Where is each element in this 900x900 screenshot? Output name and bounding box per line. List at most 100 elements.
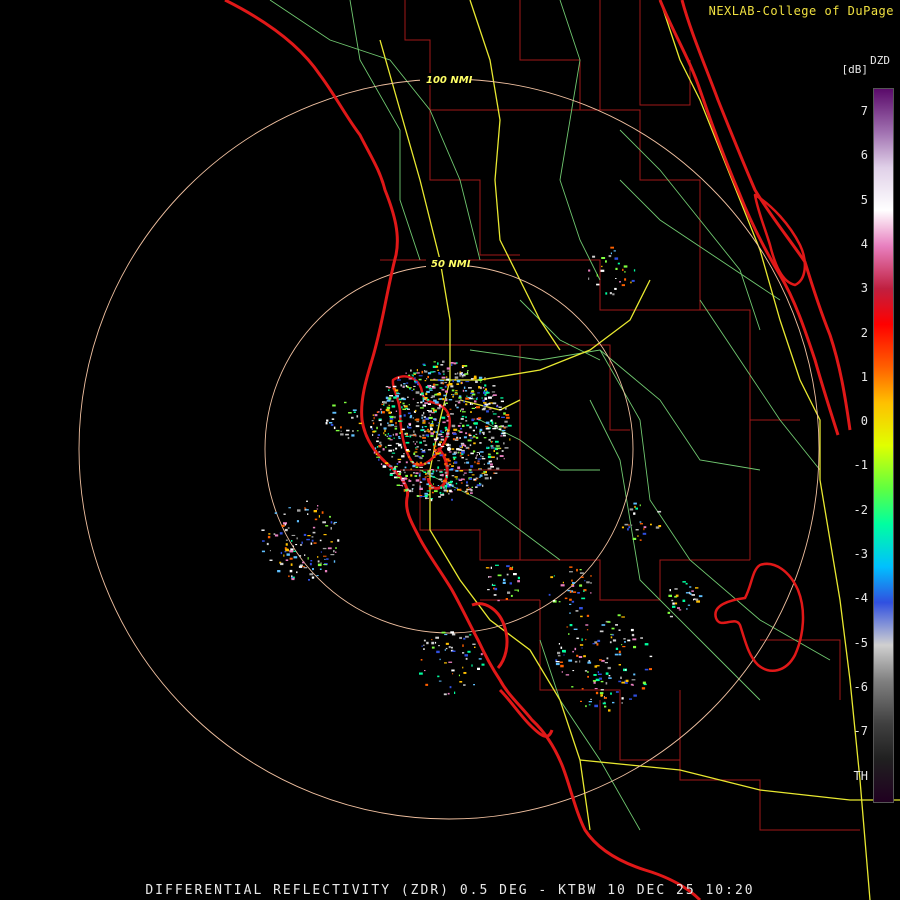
echo-pixel	[323, 534, 327, 536]
echo-pixel	[490, 419, 493, 422]
echo-pixel	[507, 424, 512, 427]
echo-pixel	[687, 604, 691, 606]
echo-pixel	[481, 431, 485, 434]
echo-pixel	[649, 668, 652, 671]
echo-pixel	[441, 416, 446, 419]
echo-pixel	[598, 677, 602, 680]
echo-pixel	[640, 637, 643, 639]
echo-pixel	[467, 454, 470, 456]
echo-pixel	[377, 437, 379, 439]
echo-pixel	[470, 392, 474, 394]
echo-pixel	[303, 533, 307, 536]
echo-pixel	[454, 461, 458, 464]
echo-pixel	[442, 421, 446, 424]
echo-pixel	[326, 419, 329, 422]
echo-pixel	[321, 511, 324, 514]
echo-pixel	[500, 435, 503, 437]
echo-pixel	[641, 687, 646, 690]
echo-pixel	[557, 651, 561, 655]
echo-pixel	[498, 425, 502, 428]
echo-pixel	[436, 424, 438, 427]
echo-pixel	[427, 403, 431, 405]
echo-pixel	[406, 382, 409, 384]
echo-pixel	[395, 442, 400, 445]
echo-pixel	[402, 385, 405, 388]
echo-pixel	[471, 407, 476, 409]
echo-pixel	[426, 483, 429, 486]
echo-pixel	[449, 489, 452, 493]
echo-pixel	[426, 428, 430, 431]
echo-pixel	[412, 484, 415, 486]
echo-pixel	[330, 521, 333, 524]
echo-pixel	[474, 422, 478, 425]
echo-pixel	[604, 697, 607, 699]
echo-pixel	[451, 424, 456, 428]
echo-pixel	[463, 637, 466, 640]
echo-pixel	[324, 558, 326, 560]
echo-pixel	[387, 437, 391, 440]
echo-pixel	[291, 534, 296, 536]
echo-pixel	[590, 582, 592, 584]
echo-pixel	[649, 655, 653, 658]
echo-pixel	[691, 590, 694, 592]
echo-pixel	[333, 426, 336, 430]
echo-pixel	[453, 362, 457, 365]
echo-pixel	[624, 278, 627, 281]
echo-pixel	[631, 679, 636, 681]
echo-pixel	[459, 470, 464, 472]
echo-pixel	[438, 373, 442, 375]
echo-pixel	[470, 492, 473, 494]
echo-pixel	[461, 457, 464, 459]
echo-pixel	[296, 537, 298, 540]
echo-pixel	[443, 489, 448, 492]
echo-pixel	[483, 463, 485, 465]
echo-pixel	[580, 576, 584, 578]
echo-pixel	[424, 402, 429, 404]
echo-pixel	[387, 444, 392, 446]
echo-pixel	[418, 474, 421, 477]
echo-pixel	[503, 442, 505, 445]
echo-pixel	[408, 378, 412, 380]
echo-pixel	[441, 376, 446, 379]
echo-pixel	[632, 684, 634, 686]
echo-pixel	[413, 433, 416, 436]
echo-pixel	[405, 474, 408, 477]
echo-pixel	[274, 512, 278, 514]
echo-pixel	[608, 255, 612, 258]
echo-pixel	[602, 702, 606, 705]
echo-pixel	[475, 433, 478, 435]
echo-pixel	[426, 430, 430, 432]
echo-pixel	[435, 384, 439, 386]
echo-pixel	[572, 591, 577, 593]
echo-pixel	[553, 600, 556, 602]
echo-pixel	[430, 427, 433, 431]
radar-map[interactable]: 50 NMI 100 NMI	[0, 0, 900, 900]
echo-pixel	[392, 433, 394, 436]
echo-pixel	[476, 462, 480, 465]
echo-pixel	[455, 404, 457, 407]
echo-pixel	[429, 426, 432, 428]
echo-pixel	[423, 420, 426, 422]
echo-pixel	[581, 688, 584, 690]
echo-pixel	[585, 705, 587, 708]
echo-pixel	[421, 426, 424, 429]
echo-pixel	[620, 676, 622, 679]
echo-pixel	[573, 628, 578, 630]
echo-pixel	[416, 369, 418, 372]
echo-pixel	[553, 575, 555, 577]
echo-pixel	[492, 394, 497, 396]
echo-pixel	[394, 389, 399, 392]
echo-pixel	[475, 436, 479, 439]
echo-pixel	[311, 576, 315, 579]
echo-pixel	[488, 576, 490, 578]
echo-pixel	[464, 390, 468, 392]
echo-pixel	[572, 650, 574, 653]
echo-pixel	[667, 611, 671, 614]
echo-pixel	[501, 416, 505, 418]
echo-pixel	[385, 462, 389, 464]
echo-pixel	[413, 430, 415, 433]
echo-pixel	[417, 456, 421, 458]
echo-pixel	[419, 481, 423, 483]
echo-pixel	[421, 414, 424, 417]
echo-pixel	[503, 578, 506, 581]
